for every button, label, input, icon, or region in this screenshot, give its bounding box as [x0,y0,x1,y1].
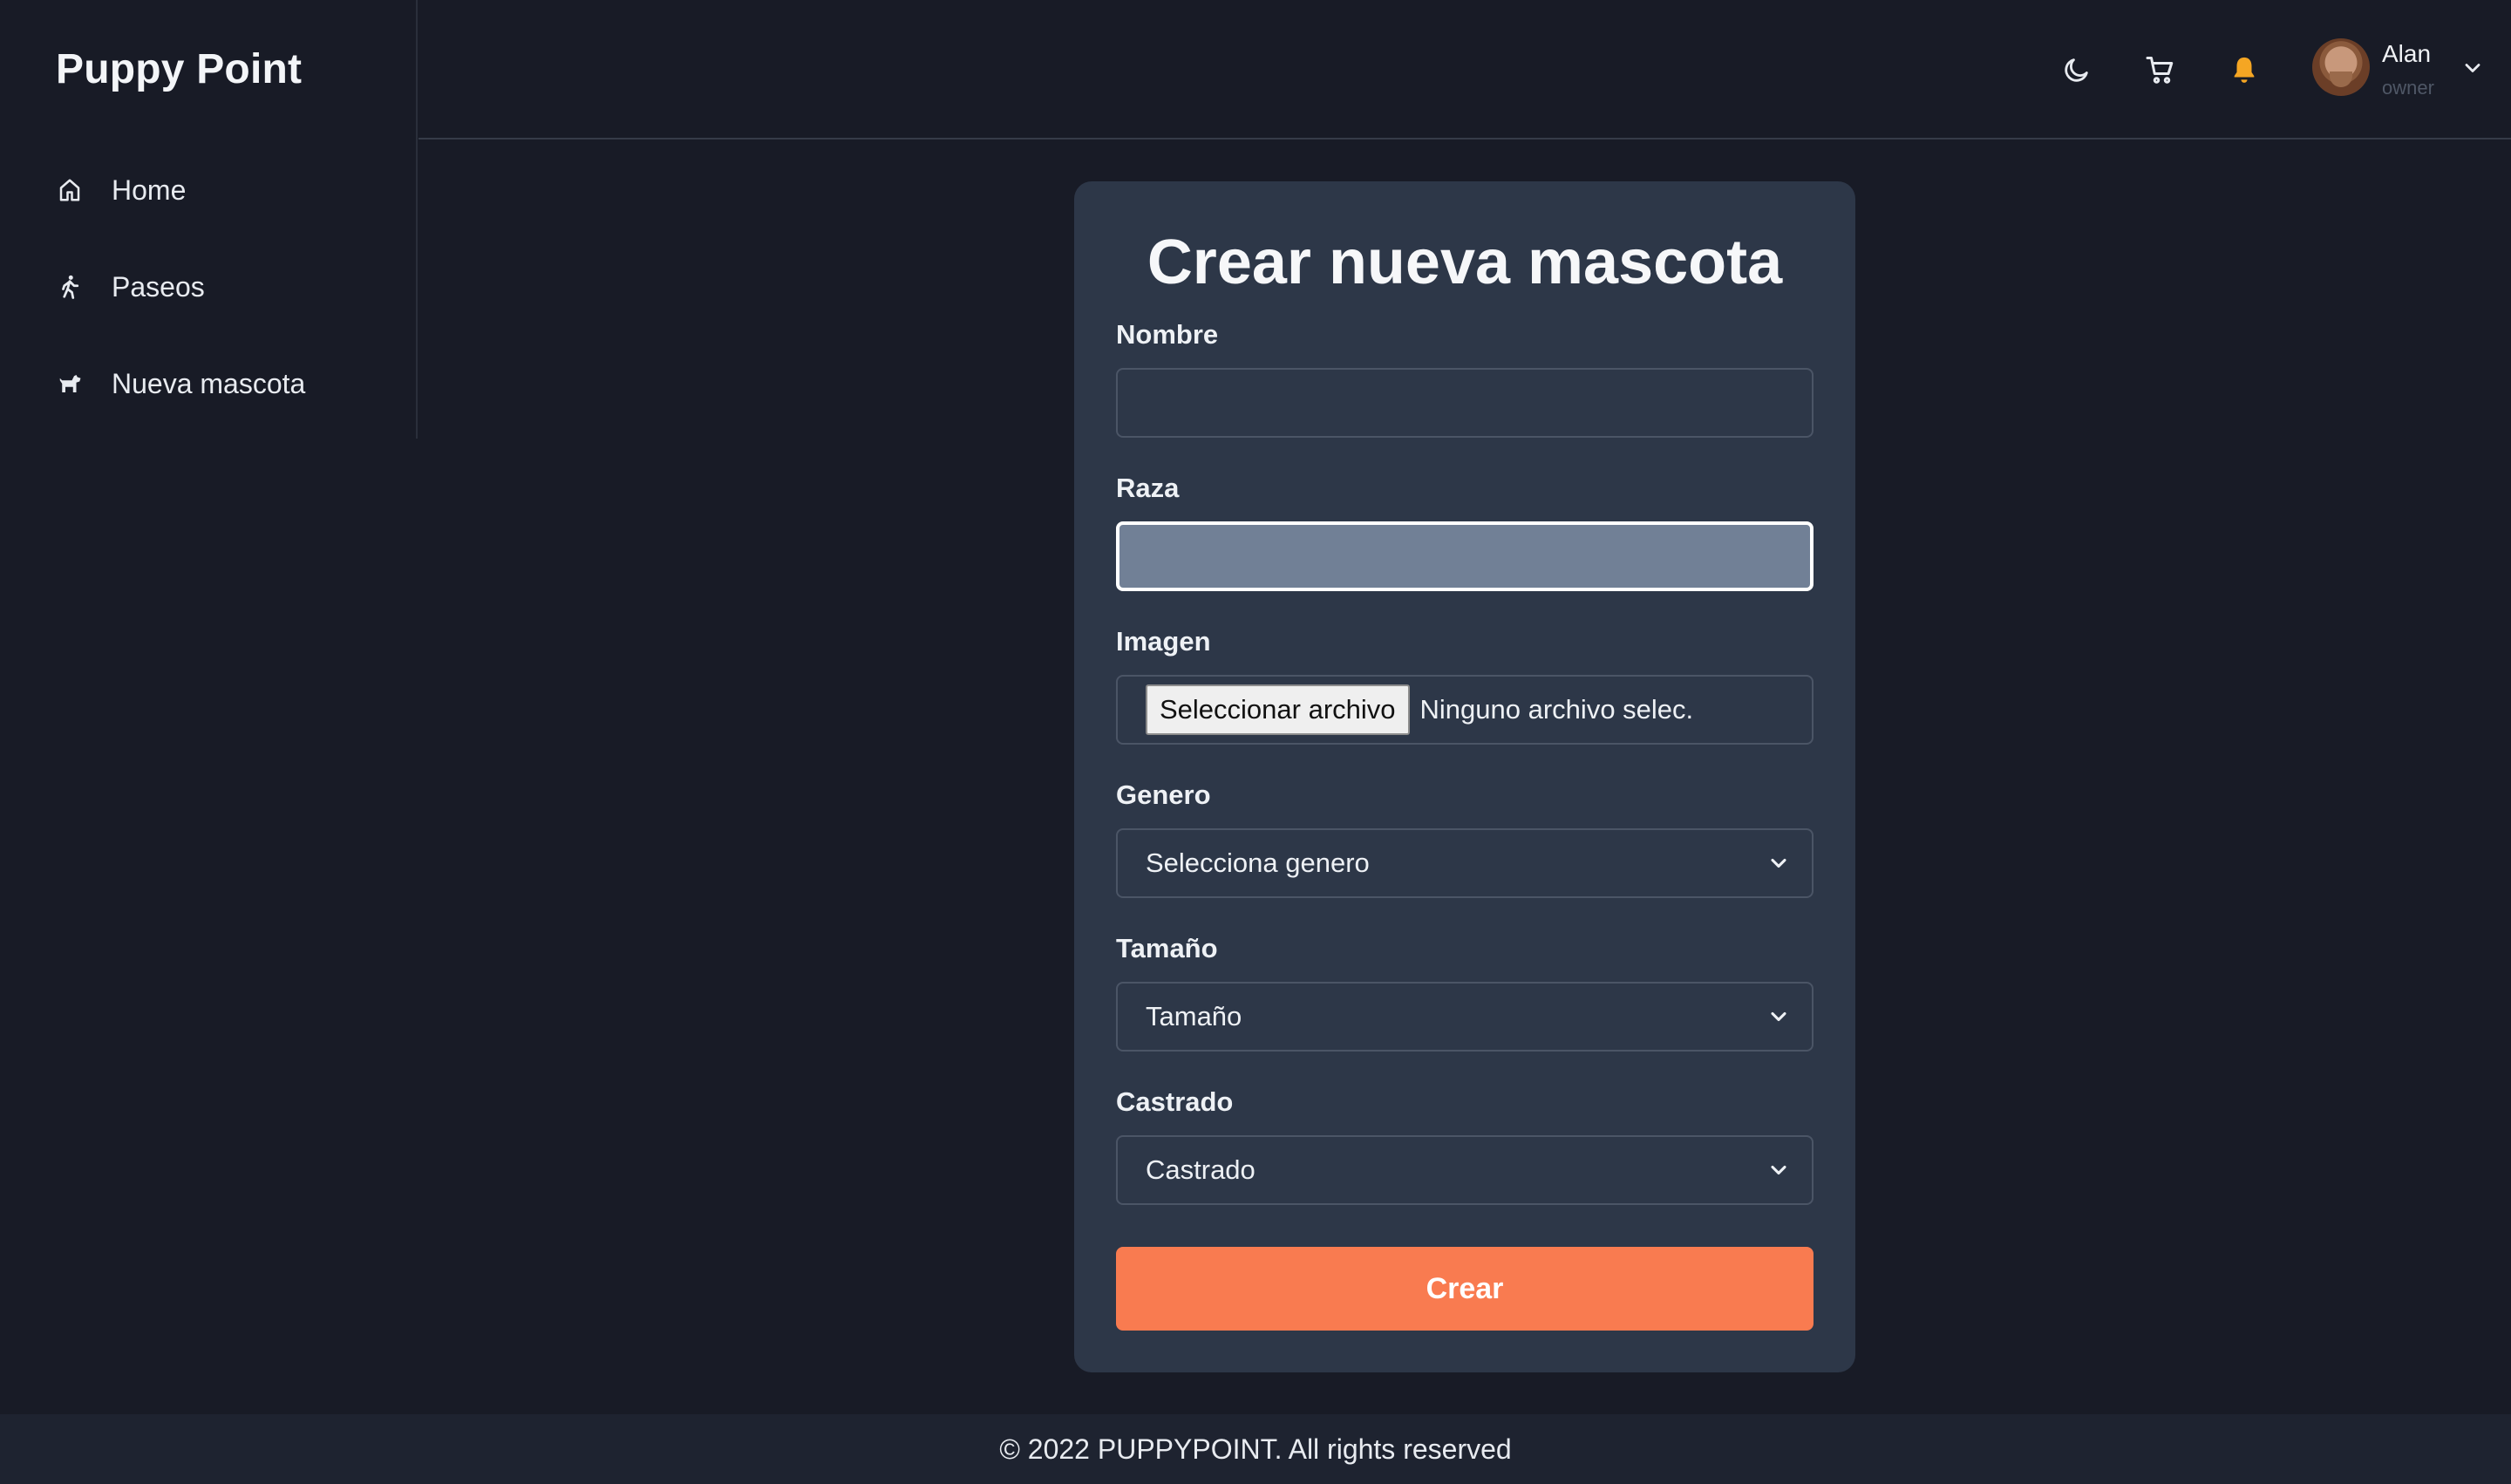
user-name: Alan [2382,40,2432,67]
nombre-input[interactable] [1116,368,1814,438]
tamano-selected-value: Tamaño [1146,1001,1242,1031]
raza-input[interactable] [1116,521,1814,591]
create-pet-form: Crear nueva mascota Nombre Raza Imagen S… [1074,181,1855,1372]
select-file-button[interactable]: Seleccionar archivo [1146,684,1410,735]
avatar [2312,38,2370,96]
copyright-text: © 2022 PUPPYPOINT. All rights reserved [999,1433,1512,1465]
genero-label: Genero [1116,779,1211,810]
crear-button[interactable]: Crear [1116,1247,1814,1331]
sidebar-item-nueva-mascota[interactable]: Nueva mascota [56,357,370,410]
castrado-selected-value: Castrado [1146,1154,1256,1185]
genero-selected-value: Selecciona genero [1146,848,1370,878]
dog-icon [56,370,84,398]
bell-icon[interactable] [2225,51,2263,89]
imagen-file-input[interactable]: Seleccionar archivo Ninguno archivo sele… [1116,675,1814,745]
raza-label: Raza [1116,473,1180,503]
home-icon [56,176,84,204]
chevron-down-icon [1771,1011,1786,1022]
sidebar-item-label: Paseos [112,270,205,303]
moon-icon[interactable] [2058,51,2096,89]
castrado-label: Castrado [1116,1086,1234,1117]
brand-logo[interactable]: Puppy Point [56,45,302,93]
chevron-down-icon [1771,1165,1786,1175]
imagen-label: Imagen [1116,626,1211,657]
footer: © 2022 PUPPYPOINT. All rights reserved [0,1414,2511,1484]
walking-person-icon [56,273,84,301]
sidebar-item-label: Home [112,174,187,206]
nombre-label: Nombre [1116,319,1219,350]
sidebar: Puppy Point Home Paseos Nueva mascota [0,0,418,439]
sidebar-item-home[interactable]: Home [56,164,370,216]
sidebar-item-label: Nueva mascota [112,367,306,399]
chevron-down-icon [2465,64,2480,72]
sidebar-item-paseos[interactable]: Paseos [56,261,370,313]
user-role: owner [2382,77,2434,99]
page-title: Crear nueva mascota [1147,228,1783,297]
top-bar [418,0,2511,140]
tamano-select[interactable]: Tamaño [1116,982,1814,1052]
user-menu[interactable]: Alan owner [2312,38,2487,101]
file-status-text: Ninguno archivo selec. [1419,694,1694,725]
castrado-select[interactable]: Castrado [1116,1135,1814,1205]
cart-icon[interactable] [2141,51,2180,89]
tamano-label: Tamaño [1116,933,1218,963]
chevron-down-icon [1771,858,1786,868]
genero-select[interactable]: Selecciona genero [1116,828,1814,898]
